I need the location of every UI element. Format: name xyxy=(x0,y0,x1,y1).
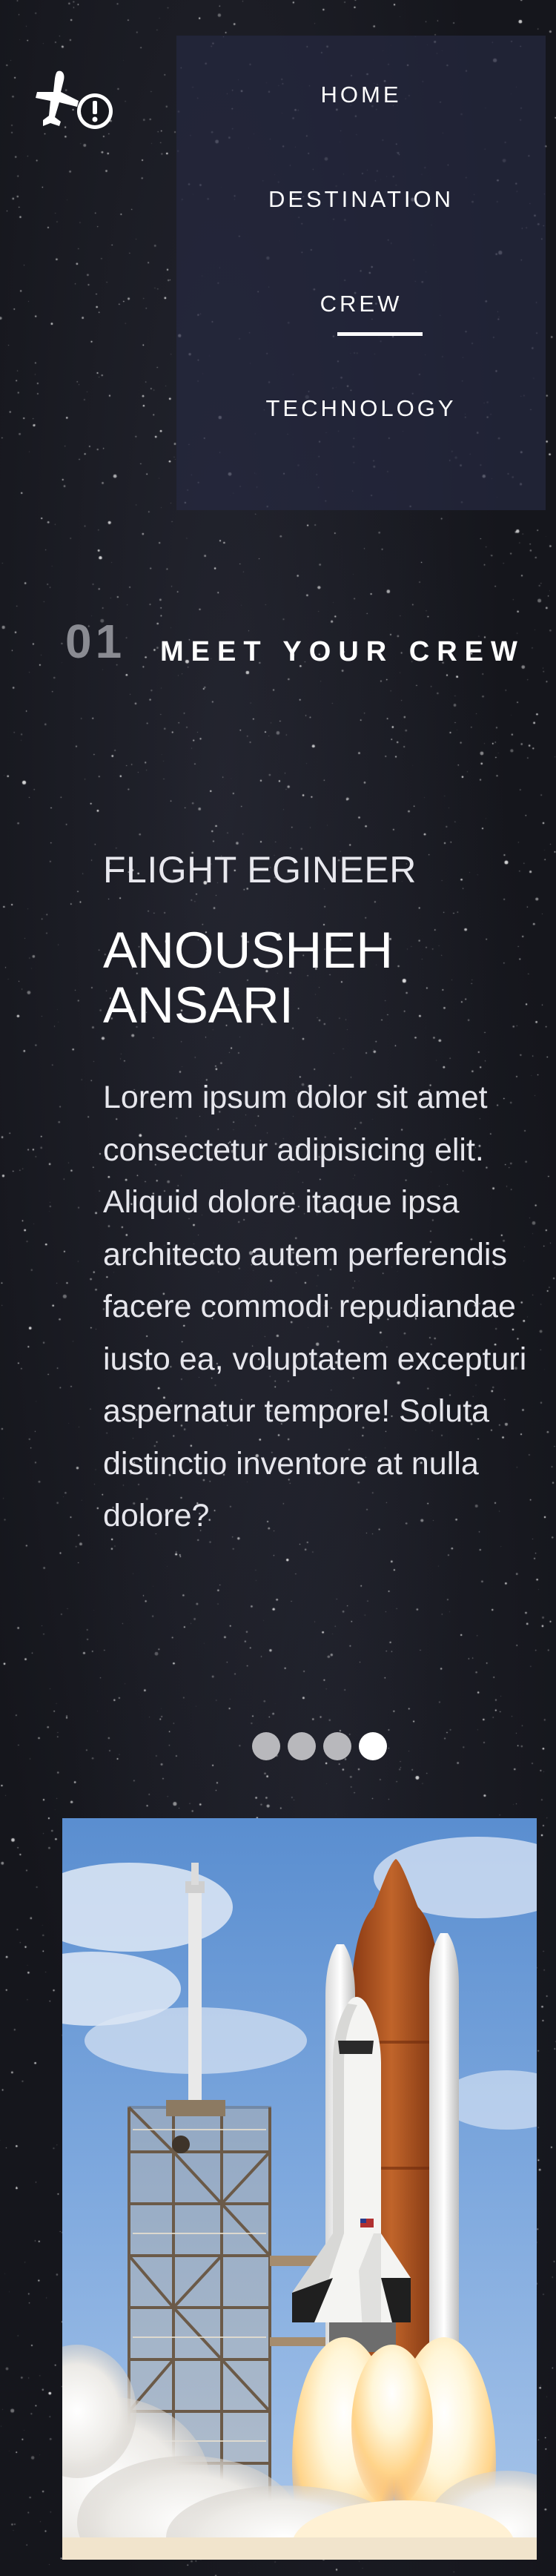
shuttle-launch-image xyxy=(62,1818,537,2560)
nav-item-destination[interactable]: DESTINATION xyxy=(176,186,546,213)
crew-bio: Lorem ipsum dolor sit amet consectetur a… xyxy=(103,1080,527,1533)
nav-item-technology[interactable]: TECHNOLOGY xyxy=(176,395,546,422)
nav-item-crew[interactable]: CREW xyxy=(176,291,546,317)
nav-active-underline xyxy=(337,332,423,336)
pagination-dot-3[interactable] xyxy=(323,1732,351,1760)
pagination-dot-2[interactable] xyxy=(288,1732,316,1760)
crew-role: FLIGHT EGINEER xyxy=(103,849,417,891)
section-title: MEET YOUR CREW xyxy=(160,636,525,667)
nav-menu: HOME DESTINATION CREW TECHNOLOGY xyxy=(176,36,546,510)
crew-pagination xyxy=(252,1732,387,1760)
pagination-dot-1[interactable] xyxy=(252,1732,280,1760)
airplane-alert-icon xyxy=(36,70,113,129)
crew-image xyxy=(62,1818,537,2560)
section-number: 01 xyxy=(65,615,126,668)
crew-name: ANOUSHEH ANSARI xyxy=(103,922,394,1034)
pagination-dot-4[interactable] xyxy=(359,1732,387,1760)
logo[interactable] xyxy=(36,65,117,132)
nav-item-home[interactable]: HOME xyxy=(176,82,546,108)
